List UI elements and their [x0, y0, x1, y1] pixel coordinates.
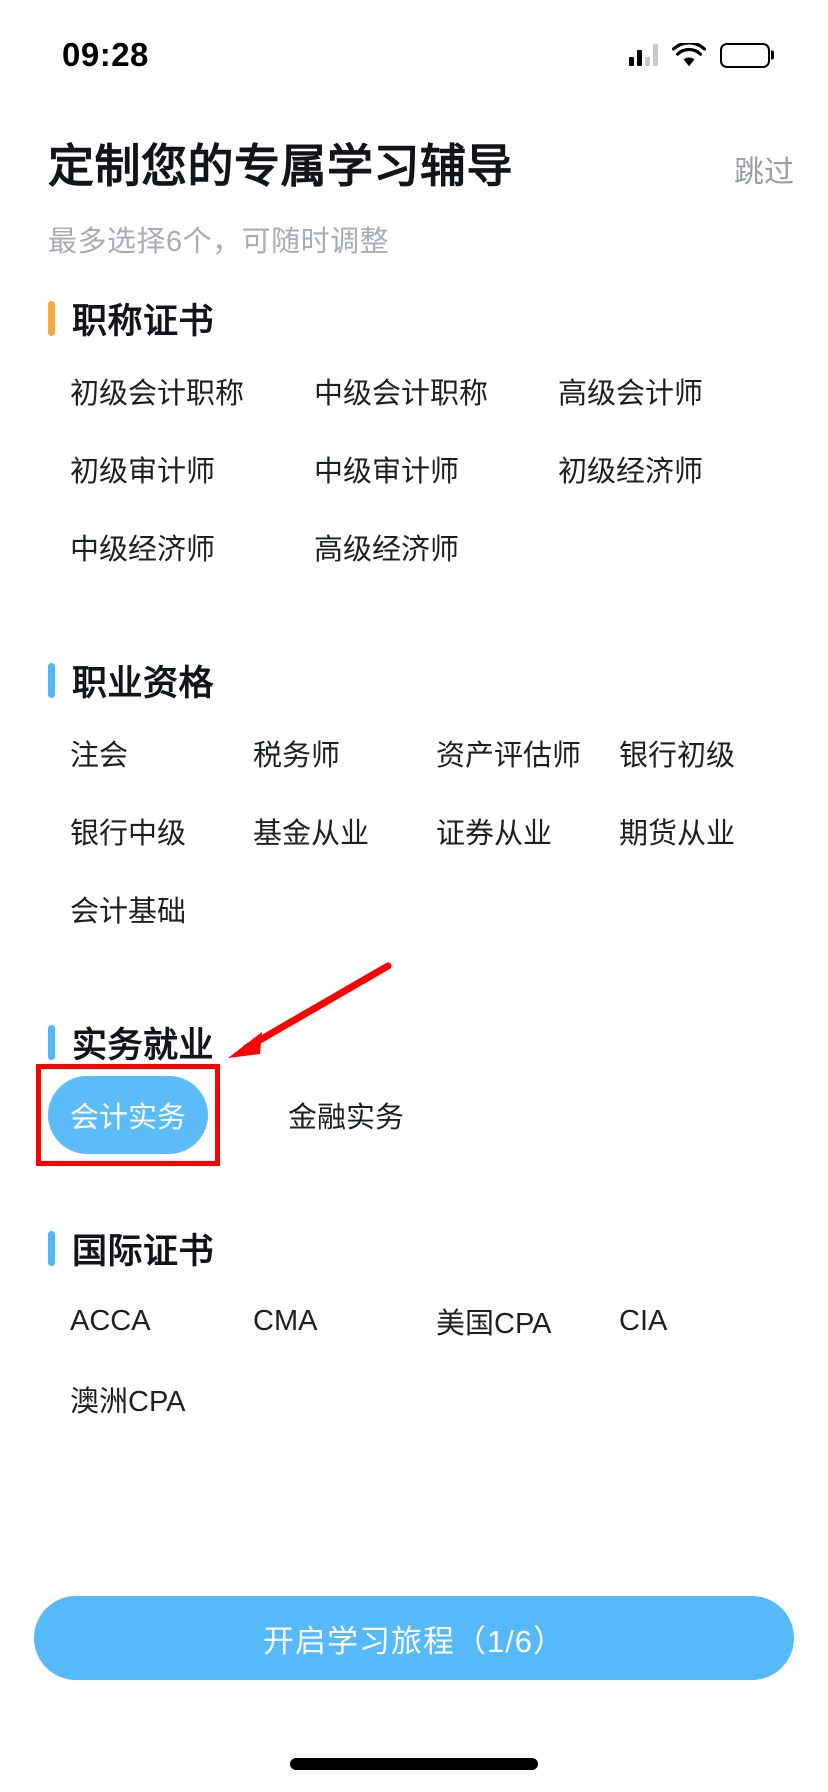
section-marker-icon: [48, 1230, 55, 1266]
chip[interactable]: 中级会计职称: [292, 352, 536, 430]
chip-selected[interactable]: 会计实务: [48, 1076, 209, 1154]
chip[interactable]: 高级经济师: [292, 508, 536, 586]
chip-group: 会计实务 金融实务: [48, 1076, 780, 1154]
category-section: 职称证书初级会计职称 中级会计职称 高级会计师初级审计师 中级审计师 初级经济师中级经济…: [48, 294, 780, 586]
section-marker-icon: [48, 662, 55, 698]
chip[interactable]: ACCA: [48, 1282, 231, 1360]
chip[interactable]: 初级审计师: [48, 430, 292, 508]
chip[interactable]: 金融实务: [266, 1076, 426, 1154]
section-header: 职业资格: [48, 656, 780, 704]
chip[interactable]: 高级会计师: [536, 352, 780, 430]
section-title: 实务就业: [72, 1025, 215, 1065]
chip[interactable]: 证券从业: [414, 792, 597, 870]
chip[interactable]: 初级经济师: [536, 430, 780, 508]
chip[interactable]: 会计基础: [48, 870, 231, 948]
section-title: 职称证书: [72, 301, 215, 341]
section-header: 国际证书: [48, 1224, 780, 1272]
chip[interactable]: 资产评估师: [414, 714, 597, 792]
cta-container: 开启学习旅程（1/6）: [0, 1596, 828, 1680]
page-header: 定制您的专属学习辅导 跳过: [0, 92, 828, 196]
chip[interactable]: 注会: [48, 714, 231, 792]
chip[interactable]: 银行初级: [597, 714, 780, 792]
chip[interactable]: 美国CPA: [414, 1282, 597, 1360]
signal-icon: [629, 44, 658, 66]
section-marker-icon: [48, 300, 55, 336]
category-section: 实务就业会计实务 金融实务: [48, 1018, 780, 1154]
chip[interactable]: 银行中级: [48, 792, 231, 870]
page-title: 定制您的专属学习辅导: [48, 140, 513, 192]
chip[interactable]: 中级经济师: [48, 508, 292, 586]
section-marker-icon: [48, 1024, 55, 1060]
home-indicator: [290, 1758, 538, 1770]
battery-icon: [720, 42, 770, 68]
chip-group: 初级会计职称 中级会计职称 高级会计师初级审计师 中级审计师 初级经济师中级经济师 高级经…: [48, 352, 780, 586]
wifi-icon: [672, 42, 706, 68]
status-bar: 09:28: [0, 0, 828, 92]
page-subtitle: 最多选择6个，可随时调整: [48, 226, 390, 258]
section-title: 国际证书: [72, 1231, 215, 1271]
chip[interactable]: 基金从业: [231, 792, 414, 870]
section-header: 实务就业: [48, 1018, 780, 1066]
category-sections: 职称证书初级会计职称 中级会计职称 高级会计师初级审计师 中级审计师 初级经济师中级经济…: [0, 294, 828, 1438]
chip[interactable]: 澳洲CPA: [48, 1360, 231, 1438]
category-section: 职业资格注会 税务师 资产评估师 银行初级银行中级 基金从业 证券从业 期货从业会计基础: [48, 656, 780, 948]
status-time: 09:28: [62, 36, 149, 73]
chip[interactable]: CIA: [597, 1282, 780, 1360]
chip-group: 注会 税务师 资产评估师 银行初级银行中级 基金从业 证券从业 期货从业会计基础: [48, 714, 780, 948]
chip[interactable]: 中级审计师: [292, 430, 536, 508]
chip[interactable]: CMA: [231, 1282, 414, 1360]
section-header: 职称证书: [48, 294, 780, 342]
skip-button[interactable]: 跳过: [734, 147, 794, 191]
category-section: 国际证书 ACCA CMA 美国CPA CIA 澳洲CPA: [48, 1224, 780, 1438]
section-title: 职业资格: [72, 663, 215, 703]
start-learning-button[interactable]: 开启学习旅程（1/6）: [34, 1596, 794, 1680]
chip[interactable]: 期货从业: [597, 792, 780, 870]
status-icons: [629, 42, 770, 68]
chip-group: ACCA CMA 美国CPA CIA 澳洲CPA: [48, 1282, 780, 1438]
chip[interactable]: 税务师: [231, 714, 414, 792]
chip[interactable]: 初级会计职称: [48, 352, 292, 430]
